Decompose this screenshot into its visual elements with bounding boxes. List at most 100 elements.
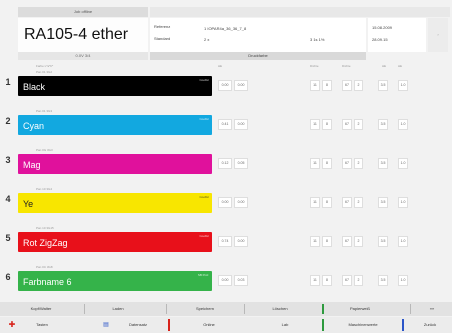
ink-color-bar[interactable]: Mag	[18, 154, 212, 174]
nav-online[interactable]: Online	[174, 317, 244, 333]
ink-value-field[interactable]: 8	[322, 236, 332, 247]
ink-name: Black	[23, 82, 46, 92]
ink-value-field[interactable]: 2	[354, 119, 363, 130]
ink-value-field[interactable]: 0.00	[218, 275, 232, 286]
ink-value-field[interactable]: 3.5	[378, 236, 388, 247]
ink-value-field[interactable]: 8	[322, 80, 332, 91]
ink-value-field[interactable]: 67	[342, 158, 352, 169]
ink-value-field[interactable]: 1.0	[398, 275, 408, 286]
paper-white-indicator	[322, 304, 324, 314]
action-bar: Kopf/Walter Laden Speichern Löschen Papi…	[0, 302, 452, 316]
online-indicator	[168, 319, 170, 331]
ink-caption: Pan 0G 3G3	[36, 148, 53, 152]
ink-name: Farbname 6	[23, 277, 72, 287]
save-button[interactable]: Speichern	[170, 302, 240, 316]
ink-value-field[interactable]: 1.0	[398, 119, 408, 130]
ink-name: Rot ZigZag	[23, 238, 68, 248]
ink-value-field[interactable]: 0.00	[234, 119, 248, 130]
nav-machine-values[interactable]: Maschinenwerte	[328, 317, 398, 333]
ink-name: Cyan	[23, 121, 45, 131]
header-nav-button[interactable]: ›	[428, 18, 448, 52]
ink-value-field[interactable]: 3.5	[378, 80, 388, 91]
mode-label: Druckfarbe	[150, 52, 366, 60]
ink-value-field[interactable]: 0.05	[234, 158, 248, 169]
ink-value-field[interactable]: 67	[342, 197, 352, 208]
ink-value-field[interactable]: 3.5	[378, 275, 388, 286]
ink-value-field[interactable]: 67	[342, 119, 352, 130]
kopf-walter-button[interactable]: Kopf/Walter	[10, 302, 72, 316]
ink-caption: Pan 01 3G3	[36, 109, 53, 113]
ink-value-field[interactable]: 0.00	[234, 197, 248, 208]
more-button[interactable]: »»	[416, 302, 448, 316]
divider	[410, 304, 411, 314]
ink-value-field[interactable]: 8	[322, 158, 332, 169]
ink-value-field[interactable]: 8	[322, 197, 332, 208]
ink-value-field[interactable]: 0.41	[218, 119, 232, 130]
toolbar-icon[interactable]: ✚	[6, 320, 18, 330]
ink-number: 4	[5, 194, 11, 204]
ink-value-field[interactable]: 2	[354, 158, 363, 169]
ink-value-field[interactable]: 11	[310, 236, 320, 247]
ink-caption: Pan 0C 3G8	[36, 265, 53, 269]
ink-value-field[interactable]: 3.5	[378, 197, 388, 208]
divider	[244, 304, 245, 314]
ink-value-field[interactable]: 2	[354, 80, 363, 91]
ref-mode: Standard	[154, 36, 171, 41]
ink-value-field[interactable]: 2	[354, 236, 363, 247]
ink-value-field[interactable]: 1.0	[398, 80, 408, 91]
nav-lab[interactable]: Lab	[250, 317, 320, 333]
col-header-lab: Farbe L*a*b*	[36, 64, 54, 68]
ink-value-field[interactable]: 0.00	[234, 80, 248, 91]
ink-value-field[interactable]: 8	[322, 119, 332, 130]
job-status: Job offline	[18, 7, 148, 17]
col-header-dens-a: Dichte	[310, 64, 319, 68]
ink-value-field[interactable]: 11	[310, 197, 320, 208]
ink-value-field[interactable]: 0.00	[234, 236, 248, 247]
ink-value-field[interactable]: 2	[354, 275, 363, 286]
ink-number: 3	[5, 155, 11, 165]
ink-value-field[interactable]: 11	[310, 119, 320, 130]
nav-dataset[interactable]: Datensatz	[114, 317, 162, 333]
ink-value-field[interactable]: 67	[342, 275, 352, 286]
dataset-icon[interactable]: ▤	[96, 320, 116, 330]
ink-value-field[interactable]: 0.00	[218, 80, 232, 91]
ink-value-field[interactable]: 0.12	[218, 158, 232, 169]
ink-value-field[interactable]: 0.03	[234, 275, 248, 286]
delete-button[interactable]: Löschen	[250, 302, 310, 316]
ink-value-field[interactable]: 67	[342, 80, 352, 91]
ink-value-field[interactable]: 1.0	[398, 236, 408, 247]
ink-color-bar[interactable]: Farbname 6 SB Prof.	[18, 271, 212, 291]
ink-value-field[interactable]: 0.74	[218, 236, 232, 247]
ink-color-bar[interactable]: Cyan CoolGr	[18, 115, 212, 135]
ink-caption: Pan 10 3G15	[36, 226, 54, 230]
ink-caption: Pan 10 3G4	[36, 187, 53, 191]
load-button[interactable]: Laden	[88, 302, 148, 316]
ink-value-field[interactable]: 67	[342, 236, 352, 247]
ref-value-b: 3 1s 1%	[310, 37, 325, 42]
ink-caption: Pan 01 3G2	[36, 70, 53, 74]
ink-value-field[interactable]: 11	[310, 80, 320, 91]
ink-number: 1	[5, 77, 11, 87]
ref-value-a: 2 x	[204, 37, 210, 42]
nav-toolbar[interactable]: Tasten	[20, 317, 64, 333]
ink-value-field[interactable]: 3.5	[378, 158, 388, 169]
ink-tag: CoolGr	[199, 234, 209, 238]
reference-panel[interactable]: Referenz Standard 1 IOPAR4a_36_36_7_8 2 …	[150, 18, 366, 52]
date-sub: 28.09.15	[372, 37, 388, 42]
ink-value-field[interactable]: 1.0	[398, 158, 408, 169]
ink-value-field[interactable]: 11	[310, 158, 320, 169]
ink-number: 5	[5, 233, 11, 243]
printer-ink-screen: Job offline RA105-4 ether 0.0V 3/4 Refer…	[0, 0, 452, 333]
ink-color-bar[interactable]: Ye CoolGr	[18, 193, 212, 213]
ink-color-bar[interactable]: Rot ZigZag CoolGr	[18, 232, 212, 252]
ink-value-field[interactable]: 1.0	[398, 197, 408, 208]
ink-value-field[interactable]: 2	[354, 197, 363, 208]
ink-value-field[interactable]: 0.00	[218, 197, 232, 208]
ink-value-field[interactable]: 8	[322, 275, 332, 286]
ink-value-field[interactable]: 11	[310, 275, 320, 286]
ink-color-bar[interactable]: Black CoolGr	[18, 76, 212, 96]
nav-back[interactable]: Zurück	[410, 317, 450, 333]
paper-white-button[interactable]: Papierweiß	[330, 302, 390, 316]
ink-value-field[interactable]: 3.5	[378, 119, 388, 130]
date-panel: 15.08.2009 28.09.15	[368, 18, 426, 52]
